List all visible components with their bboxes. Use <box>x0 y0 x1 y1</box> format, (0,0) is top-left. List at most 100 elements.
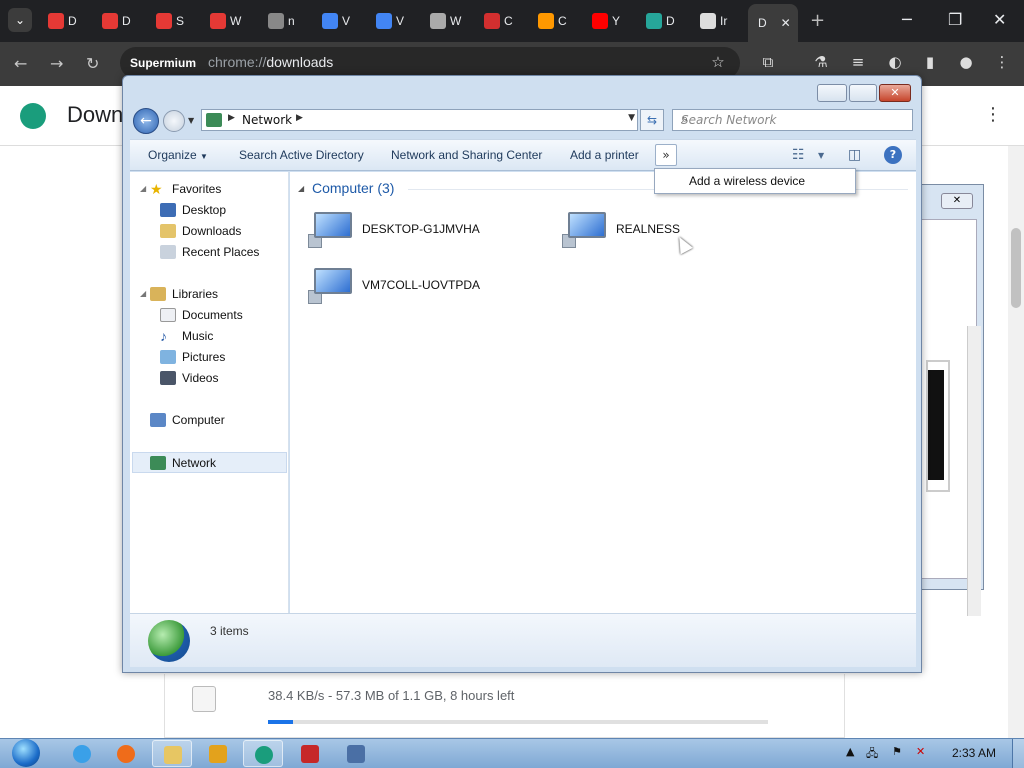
close-window-button[interactable]: ✕ <box>993 10 1006 29</box>
tab-search-button[interactable]: ⌄ <box>8 8 32 32</box>
tray-expand-icon[interactable]: ▲ <box>846 745 854 758</box>
browser-tab[interactable]: C <box>478 8 516 34</box>
scroll-thumb[interactable] <box>1011 228 1021 308</box>
browser-tab[interactable]: S <box>150 8 188 34</box>
background-close-icon[interactable]: ✕ <box>941 193 973 209</box>
history-dropdown-icon[interactable]: ▼ <box>188 116 194 125</box>
taskbar-explorer[interactable] <box>152 740 192 767</box>
change-view-icon[interactable]: ☷ <box>792 147 805 163</box>
explorer-close-button[interactable]: ✕ <box>879 84 911 102</box>
computer-item[interactable]: VM7COLL-UOVTPDA <box>308 266 480 304</box>
search-input[interactable]: Search Network ⌕ <box>672 109 913 131</box>
new-tab-button[interactable]: + <box>810 10 825 31</box>
show-desktop-button[interactable] <box>1012 739 1024 768</box>
browser-tab[interactable]: W <box>204 8 242 34</box>
menu-icon[interactable]: ⋮ <box>992 53 1012 73</box>
refresh-button[interactable]: ⇆ <box>640 109 664 131</box>
url-text[interactable]: chrome://downloads <box>208 54 333 70</box>
add-printer-button[interactable]: Add a printer <box>570 148 639 162</box>
nav-favorites[interactable]: ★ Favorites <box>150 180 221 198</box>
tab-favicon-icon <box>376 13 392 29</box>
reload-icon[interactable]: ↻ <box>86 54 99 73</box>
nav-pictures[interactable]: Pictures <box>160 348 225 366</box>
address-dropdown-icon[interactable]: ▼ <box>628 113 635 123</box>
browser-tab[interactable]: n <box>262 8 300 34</box>
taskbar-app[interactable] <box>290 740 330 767</box>
browser-tab[interactable]: Y <box>586 8 624 34</box>
firefox-icon <box>117 745 135 763</box>
browser-tab[interactable]: W <box>424 8 462 34</box>
favorites-expander-icon[interactable]: ◢ <box>140 184 146 193</box>
browser-tab[interactable]: D <box>42 8 80 34</box>
active-tab[interactable]: D ✕ <box>748 4 798 42</box>
taskbar-virtualbox[interactable] <box>336 740 376 767</box>
nav-videos[interactable]: Videos <box>160 369 218 387</box>
browser-tab[interactable]: C <box>532 8 570 34</box>
nav-desktop[interactable]: Desktop <box>160 201 226 219</box>
nav-network[interactable]: Network <box>150 454 216 472</box>
breadcrumb-arrow-icon[interactable]: ▶ <box>228 113 235 123</box>
restore-button[interactable]: ❐ <box>948 10 962 29</box>
search-active-directory-button[interactable]: Search Active Directory <box>239 148 364 162</box>
taskbar-browser[interactable] <box>243 740 283 767</box>
tab-close-icon[interactable]: ✕ <box>781 16 791 30</box>
nav-computer[interactable]: Computer <box>150 411 225 429</box>
organize-button[interactable]: Organize ▼ <box>148 148 208 162</box>
sidepanel-icon[interactable]: ▮ <box>920 53 940 73</box>
view-dropdown-icon[interactable]: ▼ <box>818 151 824 160</box>
taskbar-ie[interactable] <box>62 740 102 767</box>
minimize-button[interactable]: ─ <box>902 10 912 29</box>
taskbar-firefox[interactable] <box>106 740 146 767</box>
taskbar-media-player[interactable] <box>198 740 238 767</box>
tab-title: n <box>288 14 295 28</box>
explorer-minimize-button[interactable] <box>817 84 847 102</box>
browser-tab[interactable]: V <box>316 8 354 34</box>
nav-music[interactable]: ♪ Music <box>160 327 213 345</box>
preview-pane-icon[interactable]: ◫ <box>848 147 861 163</box>
computer-name: VM7COLL-UOVTPDA <box>362 278 481 292</box>
search-icon[interactable]: ⌕ <box>681 112 908 127</box>
add-wireless-device-item[interactable]: Add a wireless device <box>689 174 805 188</box>
nav-downloads[interactable]: Downloads <box>160 222 241 240</box>
account-icon[interactable]: ● <box>956 53 976 73</box>
labs-icon[interactable]: ⚗ <box>811 53 831 73</box>
browser-tab[interactable]: V <box>370 8 408 34</box>
background-scrollbar[interactable] <box>967 326 981 616</box>
downloads-menu-icon[interactable]: ⋮ <box>984 104 1002 125</box>
browser-tab[interactable]: Ir <box>694 8 732 34</box>
more-commands-button[interactable]: » <box>655 144 677 166</box>
group-header[interactable]: Computer (3) <box>312 180 394 196</box>
start-button[interactable] <box>6 738 46 768</box>
computer-item[interactable]: DESKTOP-G1JMVHA <box>308 210 480 248</box>
back-icon[interactable]: ← <box>14 54 27 73</box>
volume-muted-icon[interactable]: ✕ <box>916 745 925 758</box>
network-tray-icon[interactable]: 🖧 <box>866 745 878 764</box>
tab-title: Ir <box>720 14 728 28</box>
star-icon[interactable]: ☆ <box>708 53 728 73</box>
flag-icon[interactable]: ⚑ <box>892 745 902 758</box>
explorer-back-button[interactable]: ← <box>133 108 159 134</box>
breadcrumb-network[interactable]: Network <box>242 113 292 127</box>
background-window[interactable]: ✕ <box>916 184 984 616</box>
profile-sync-icon[interactable]: ◐ <box>885 53 905 73</box>
help-icon[interactable]: ? <box>884 146 902 164</box>
libraries-expander-icon[interactable]: ◢ <box>140 289 146 298</box>
browser-tab[interactable]: D <box>96 8 134 34</box>
explorer-maximize-button[interactable] <box>849 84 877 102</box>
nav-documents[interactable]: Documents <box>160 306 243 324</box>
group-collapse-icon[interactable]: ◢ <box>298 184 304 193</box>
address-bar[interactable]: ▶ Network ▶ ▼ <box>201 109 638 131</box>
extension-icon[interactable]: ⧉ <box>758 53 778 73</box>
clock[interactable]: 2:33 AM <box>952 746 996 760</box>
forward-icon[interactable]: → <box>50 54 63 73</box>
page-scrollbar[interactable] <box>1008 146 1024 738</box>
preview-image <box>926 360 950 492</box>
browser-tab[interactable]: D <box>640 8 678 34</box>
nav-recent-places[interactable]: Recent Places <box>160 243 259 261</box>
network-sharing-center-button[interactable]: Network and Sharing Center <box>391 148 542 162</box>
nav-libraries[interactable]: Libraries <box>150 285 218 303</box>
media-icon[interactable]: ≡ <box>848 53 868 73</box>
explorer-forward-button[interactable] <box>163 110 185 132</box>
computer-item[interactable]: REALNESS <box>562 210 680 248</box>
breadcrumb-arrow-icon[interactable]: ▶ <box>296 113 303 123</box>
